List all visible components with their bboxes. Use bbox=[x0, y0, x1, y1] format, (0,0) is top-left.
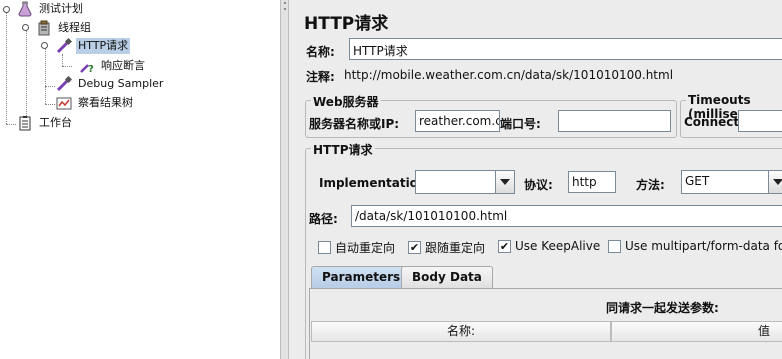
tree-connector bbox=[62, 66, 72, 67]
checkbox-label: Use KeepAlive bbox=[515, 239, 601, 253]
pane-splitter[interactable] bbox=[280, 0, 289, 359]
checkbox-box bbox=[318, 241, 331, 254]
tab-body-data[interactable]: Body Data bbox=[401, 266, 493, 288]
tree-connector bbox=[45, 86, 55, 87]
tree-expand-toggle[interactable] bbox=[22, 24, 29, 31]
tree-expand-toggle[interactable] bbox=[41, 42, 48, 49]
listener-results-icon bbox=[56, 97, 72, 110]
http-request-panel: HTTP请求 名称: HTTP请求 注释: http://mobile.weat… bbox=[298, 0, 782, 359]
port-field[interactable] bbox=[558, 110, 671, 132]
tree-item-label: HTTP请求 bbox=[76, 38, 131, 54]
name-field[interactable]: HTTP请求 bbox=[349, 38, 782, 60]
tree-expand-toggle[interactable] bbox=[3, 6, 10, 13]
method-dropdown-button[interactable] bbox=[768, 170, 782, 194]
checkbox-label: 自动重定向 bbox=[335, 241, 396, 255]
column-header-name[interactable]: 名称: bbox=[311, 321, 611, 342]
column-header-value[interactable]: 值 bbox=[611, 321, 782, 342]
splitter-grip bbox=[284, 2, 286, 4]
checkbox-box bbox=[608, 239, 621, 253]
connect-field[interactable] bbox=[738, 110, 782, 132]
tree-item-http-request[interactable]: HTTP请求 bbox=[56, 37, 131, 55]
tab-parameters[interactable]: Parameters bbox=[311, 266, 412, 288]
checkmark-icon: ✔ bbox=[408, 241, 421, 254]
test-plan-flask-icon bbox=[18, 1, 32, 17]
auto-redirect-checkbox[interactable]: 自动重定向 bbox=[318, 239, 395, 256]
page-title: HTTP请求 bbox=[304, 14, 389, 34]
tree-connector bbox=[6, 124, 16, 125]
tree-item-label: 察看结果树 bbox=[78, 96, 133, 109]
protocol-field[interactable]: http bbox=[568, 171, 616, 193]
splitter-grip bbox=[284, 8, 286, 10]
implementation-combo[interactable] bbox=[415, 170, 496, 194]
protocol-label: 协议: bbox=[524, 178, 553, 192]
assertion-icon: ? bbox=[80, 64, 94, 74]
parameters-caption: 同请求一起发送参数: bbox=[606, 301, 719, 315]
tree-connector bbox=[45, 46, 46, 104]
tree-item-thread-group[interactable]: 线程组 bbox=[36, 19, 93, 37]
comment-field[interactable]: http://mobile.weather.com.cn/data/sk/101… bbox=[344, 68, 673, 82]
tree-connector bbox=[6, 12, 7, 124]
server-field[interactable]: reather.com.cn bbox=[415, 110, 500, 132]
tree-item-view-results-tree[interactable]: 察看结果树 bbox=[56, 94, 135, 112]
workbench-clipboard-icon bbox=[19, 116, 31, 131]
multipart-form-data-checkbox[interactable]: Use multipart/form-data for P bbox=[608, 239, 782, 253]
connect-label: Connect: bbox=[684, 115, 744, 129]
chevron-down-icon bbox=[500, 179, 510, 185]
web-server-legend: Web服务器 bbox=[311, 93, 381, 110]
method-combo[interactable]: GET bbox=[681, 170, 771, 194]
tree-item-response-assertion[interactable]: ? 响应断言 bbox=[79, 57, 147, 75]
follow-redirect-checkbox[interactable]: ✔ 跟随重定向 bbox=[408, 239, 485, 256]
tree-item-label: 线程组 bbox=[58, 21, 91, 34]
svg-text:?: ? bbox=[88, 64, 94, 74]
tree-item-debug-sampler[interactable]: Debug Sampler bbox=[56, 75, 165, 93]
path-label: 路径: bbox=[309, 212, 338, 226]
tree-connector bbox=[62, 54, 63, 66]
test-plan-tree: 测试计划 线程组 HTTP请求 ? 响应断言 Debug Sampler 察看结… bbox=[0, 0, 280, 359]
checkbox-label: 跟随重定向 bbox=[425, 241, 486, 255]
http-request-legend: HTTP请求 bbox=[311, 141, 375, 158]
tree-item-label: 工作台 bbox=[39, 116, 72, 129]
tree-item-workbench[interactable]: 工作台 bbox=[17, 114, 74, 132]
checkmark-icon: ✔ bbox=[498, 239, 511, 253]
chevron-down-icon bbox=[773, 179, 782, 185]
port-label: 端口号: bbox=[500, 117, 541, 131]
sampler-pipette-icon bbox=[56, 76, 72, 92]
path-field[interactable]: /data/sk/101010100.html bbox=[351, 205, 782, 227]
tree-connector bbox=[45, 104, 55, 105]
tree-item-label: 测试计划 bbox=[39, 2, 83, 15]
name-label: 名称: bbox=[306, 45, 335, 59]
tree-connector bbox=[26, 28, 27, 124]
method-label: 方法: bbox=[636, 178, 665, 192]
tree-item-label: Debug Sampler bbox=[78, 77, 164, 90]
tree-item-test-plan[interactable]: 测试计划 bbox=[17, 0, 85, 18]
thread-group-icon bbox=[38, 20, 50, 36]
server-label: 服务器名称或IP: bbox=[309, 117, 400, 131]
sampler-pipette-icon bbox=[56, 38, 72, 54]
comment-label: 注释: bbox=[306, 70, 335, 84]
use-keepalive-checkbox[interactable]: ✔ Use KeepAlive bbox=[498, 239, 600, 253]
tree-item-label: 响应断言 bbox=[101, 59, 145, 72]
checkbox-label: Use multipart/form-data for P bbox=[625, 239, 782, 253]
implementation-dropdown-button[interactable] bbox=[495, 170, 515, 194]
